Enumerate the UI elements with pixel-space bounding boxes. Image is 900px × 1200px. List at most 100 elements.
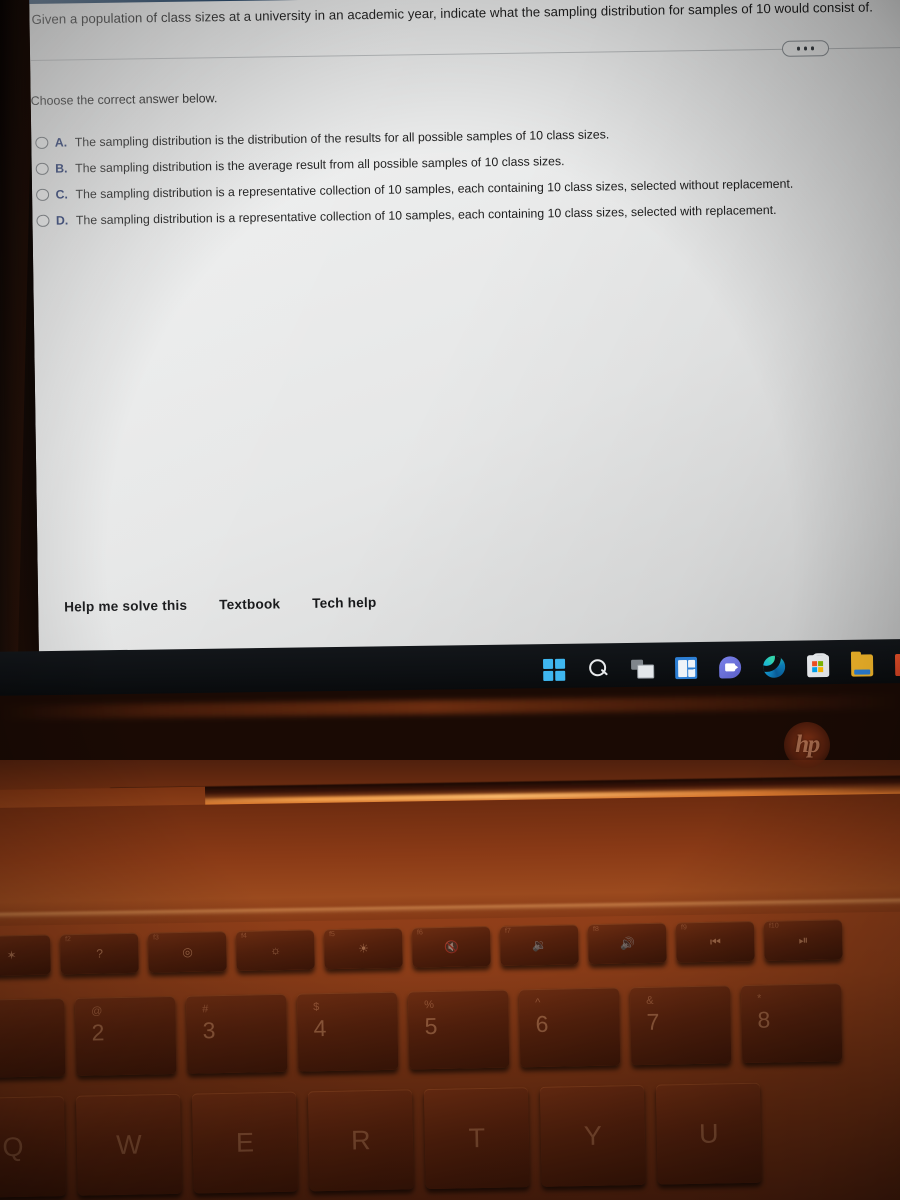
key-2[interactable]: @2 — [74, 995, 177, 1076]
textbook-link[interactable]: Textbook — [219, 596, 280, 612]
option-text-b: The sampling distribution is the average… — [75, 154, 565, 176]
key-f7[interactable]: f7 🔉 — [499, 924, 579, 966]
screen-page: Given a population of class sizes at a u… — [29, 0, 900, 662]
key-glyph: ? — [96, 946, 103, 961]
hp-logo: hp — [784, 722, 830, 768]
file-explorer-icon[interactable] — [850, 654, 874, 677]
content-divider — [30, 46, 900, 61]
key-w[interactable]: W — [75, 1093, 182, 1196]
widgets-panel-right — [688, 659, 695, 677]
key-q[interactable]: Q — [0, 1096, 66, 1198]
key-f1[interactable]: f1✶ — [0, 934, 51, 976]
option-letter-c: C. — [55, 187, 69, 202]
more-options-button[interactable] — [781, 40, 830, 57]
key-main-label: Q — [2, 1131, 24, 1162]
task-view-icon[interactable] — [631, 657, 653, 679]
key-f8[interactable]: f8 🔊 — [587, 922, 667, 965]
key-fn-label: f7 — [504, 927, 511, 935]
key-t[interactable]: T — [423, 1087, 530, 1190]
widgets-panel-left — [677, 659, 687, 677]
key-shift-label: & — [646, 994, 654, 1007]
answer-options-group: A. The sampling distribution is the dist… — [35, 117, 900, 234]
key-glyph: 🔊 — [619, 936, 635, 951]
key-7[interactable]: & 7 — [629, 985, 732, 1066]
key-fn-label: f6 — [416, 929, 423, 937]
key-glyph: 🔉 — [531, 937, 547, 953]
key-f3[interactable]: f3 ◎ — [147, 931, 227, 973]
option-letter-d: D. — [55, 213, 69, 228]
key-glyph: ☼ — [269, 943, 281, 958]
key-shift-label: @ — [91, 1005, 103, 1018]
key-e[interactable]: E — [191, 1091, 298, 1194]
key-3[interactable]: #3 — [185, 993, 288, 1074]
key-fn-label: f10 — [768, 922, 779, 930]
key-1[interactable]: !1 — [0, 998, 66, 1078]
start-tile-3 — [543, 671, 554, 681]
widgets-icon[interactable] — [674, 656, 698, 680]
keyboard-function-row: f1✶f2?f3◎f4☼f5☀f6🔇f7🔉f8🔊f9⏮f10⏯ — [0, 919, 843, 976]
option-letter-a: A. — [54, 135, 68, 150]
radio-button-c[interactable] — [36, 188, 49, 202]
laptop-photo: Given a population of class sizes at a u… — [0, 0, 900, 1200]
keyboard[interactable]: f1✶f2?f3◎f4☼f5☀f6🔇f7🔉f8🔊f9⏮f10⏯ !1@2#3$4… — [0, 919, 900, 1200]
start-icon[interactable] — [543, 658, 566, 681]
key-f10[interactable]: f10 ⏯ — [763, 919, 843, 961]
key-glyph: ◎ — [182, 944, 193, 959]
teams-chat-icon[interactable] — [718, 656, 742, 679]
bezel-glow — [0, 694, 900, 720]
key-main-label: 3 — [202, 1017, 216, 1044]
key-f6[interactable]: f6 🔇 — [411, 926, 491, 968]
key-5[interactable]: % 5 — [407, 989, 510, 1070]
key-glyph: ⏮ — [709, 934, 721, 949]
key-r[interactable]: R — [307, 1089, 414, 1192]
radio-button-a[interactable] — [35, 136, 48, 150]
key-main-label: Y — [583, 1120, 603, 1151]
keyboard-letter-row: QWERTYU — [0, 1082, 762, 1198]
key-shift-label: $ — [313, 1001, 320, 1014]
key-y[interactable]: Y — [539, 1084, 646, 1187]
key-main-label: 5 — [424, 1012, 438, 1040]
edge-browser-icon[interactable] — [762, 655, 786, 678]
key-main-label: 7 — [646, 1008, 660, 1035]
tech-help-link[interactable]: Tech help — [312, 595, 376, 611]
key-shift-label: # — [202, 1003, 209, 1016]
key-glyph: ☀ — [358, 941, 369, 956]
start-tile-4 — [555, 670, 566, 681]
dot-1 — [796, 46, 800, 51]
key-shift-label: % — [424, 998, 435, 1012]
key-f2[interactable]: f2? — [59, 932, 139, 975]
question-prompt: Given a population of class sizes at a u… — [31, 0, 873, 27]
key-f5[interactable]: f5 ☀ — [323, 927, 403, 970]
key-main-label: U — [698, 1117, 719, 1149]
key-4[interactable]: $4 — [296, 991, 399, 1072]
key-main-label: T — [468, 1122, 486, 1153]
key-main-label: R — [350, 1124, 371, 1155]
keyboard-number-row: !1@2#3$4%5^6&7*8 — [0, 983, 843, 1078]
key-fn-label: f3 — [153, 934, 159, 942]
key-shift-label: ^ — [535, 996, 541, 1010]
key-f9[interactable]: f9 ⏮ — [675, 920, 755, 963]
dot-2 — [803, 46, 808, 51]
key-6[interactable]: ^ 6 — [518, 987, 621, 1068]
store-square-yellow — [818, 667, 824, 673]
help-me-solve-this-link[interactable]: Help me solve this — [64, 598, 187, 615]
help-links-bar: Help me solve this Textbook Tech help — [64, 595, 376, 615]
store-square-blue — [812, 667, 818, 673]
radio-button-d[interactable] — [36, 214, 50, 228]
key-8[interactable]: * 8 — [740, 983, 843, 1064]
dot-3 — [811, 46, 815, 50]
search-icon[interactable] — [587, 658, 609, 680]
option-text-a: The sampling distribution is the distrib… — [74, 127, 610, 150]
key-f4[interactable]: f4 ☼ — [235, 929, 315, 971]
radio-button-b[interactable] — [35, 162, 49, 176]
key-main-label: W — [115, 1129, 142, 1160]
key-fn-label: f2 — [65, 936, 71, 944]
key-glyph: ⏯ — [798, 932, 808, 947]
office-icon[interactable] — [894, 653, 900, 677]
start-tile-2 — [555, 658, 566, 669]
microsoft-store-icon[interactable] — [806, 655, 830, 678]
key-u[interactable]: U — [655, 1082, 762, 1185]
key-main-label: E — [235, 1126, 255, 1158]
key-main-label: 4 — [313, 1015, 327, 1042]
key-glyph: ✶ — [6, 948, 17, 963]
